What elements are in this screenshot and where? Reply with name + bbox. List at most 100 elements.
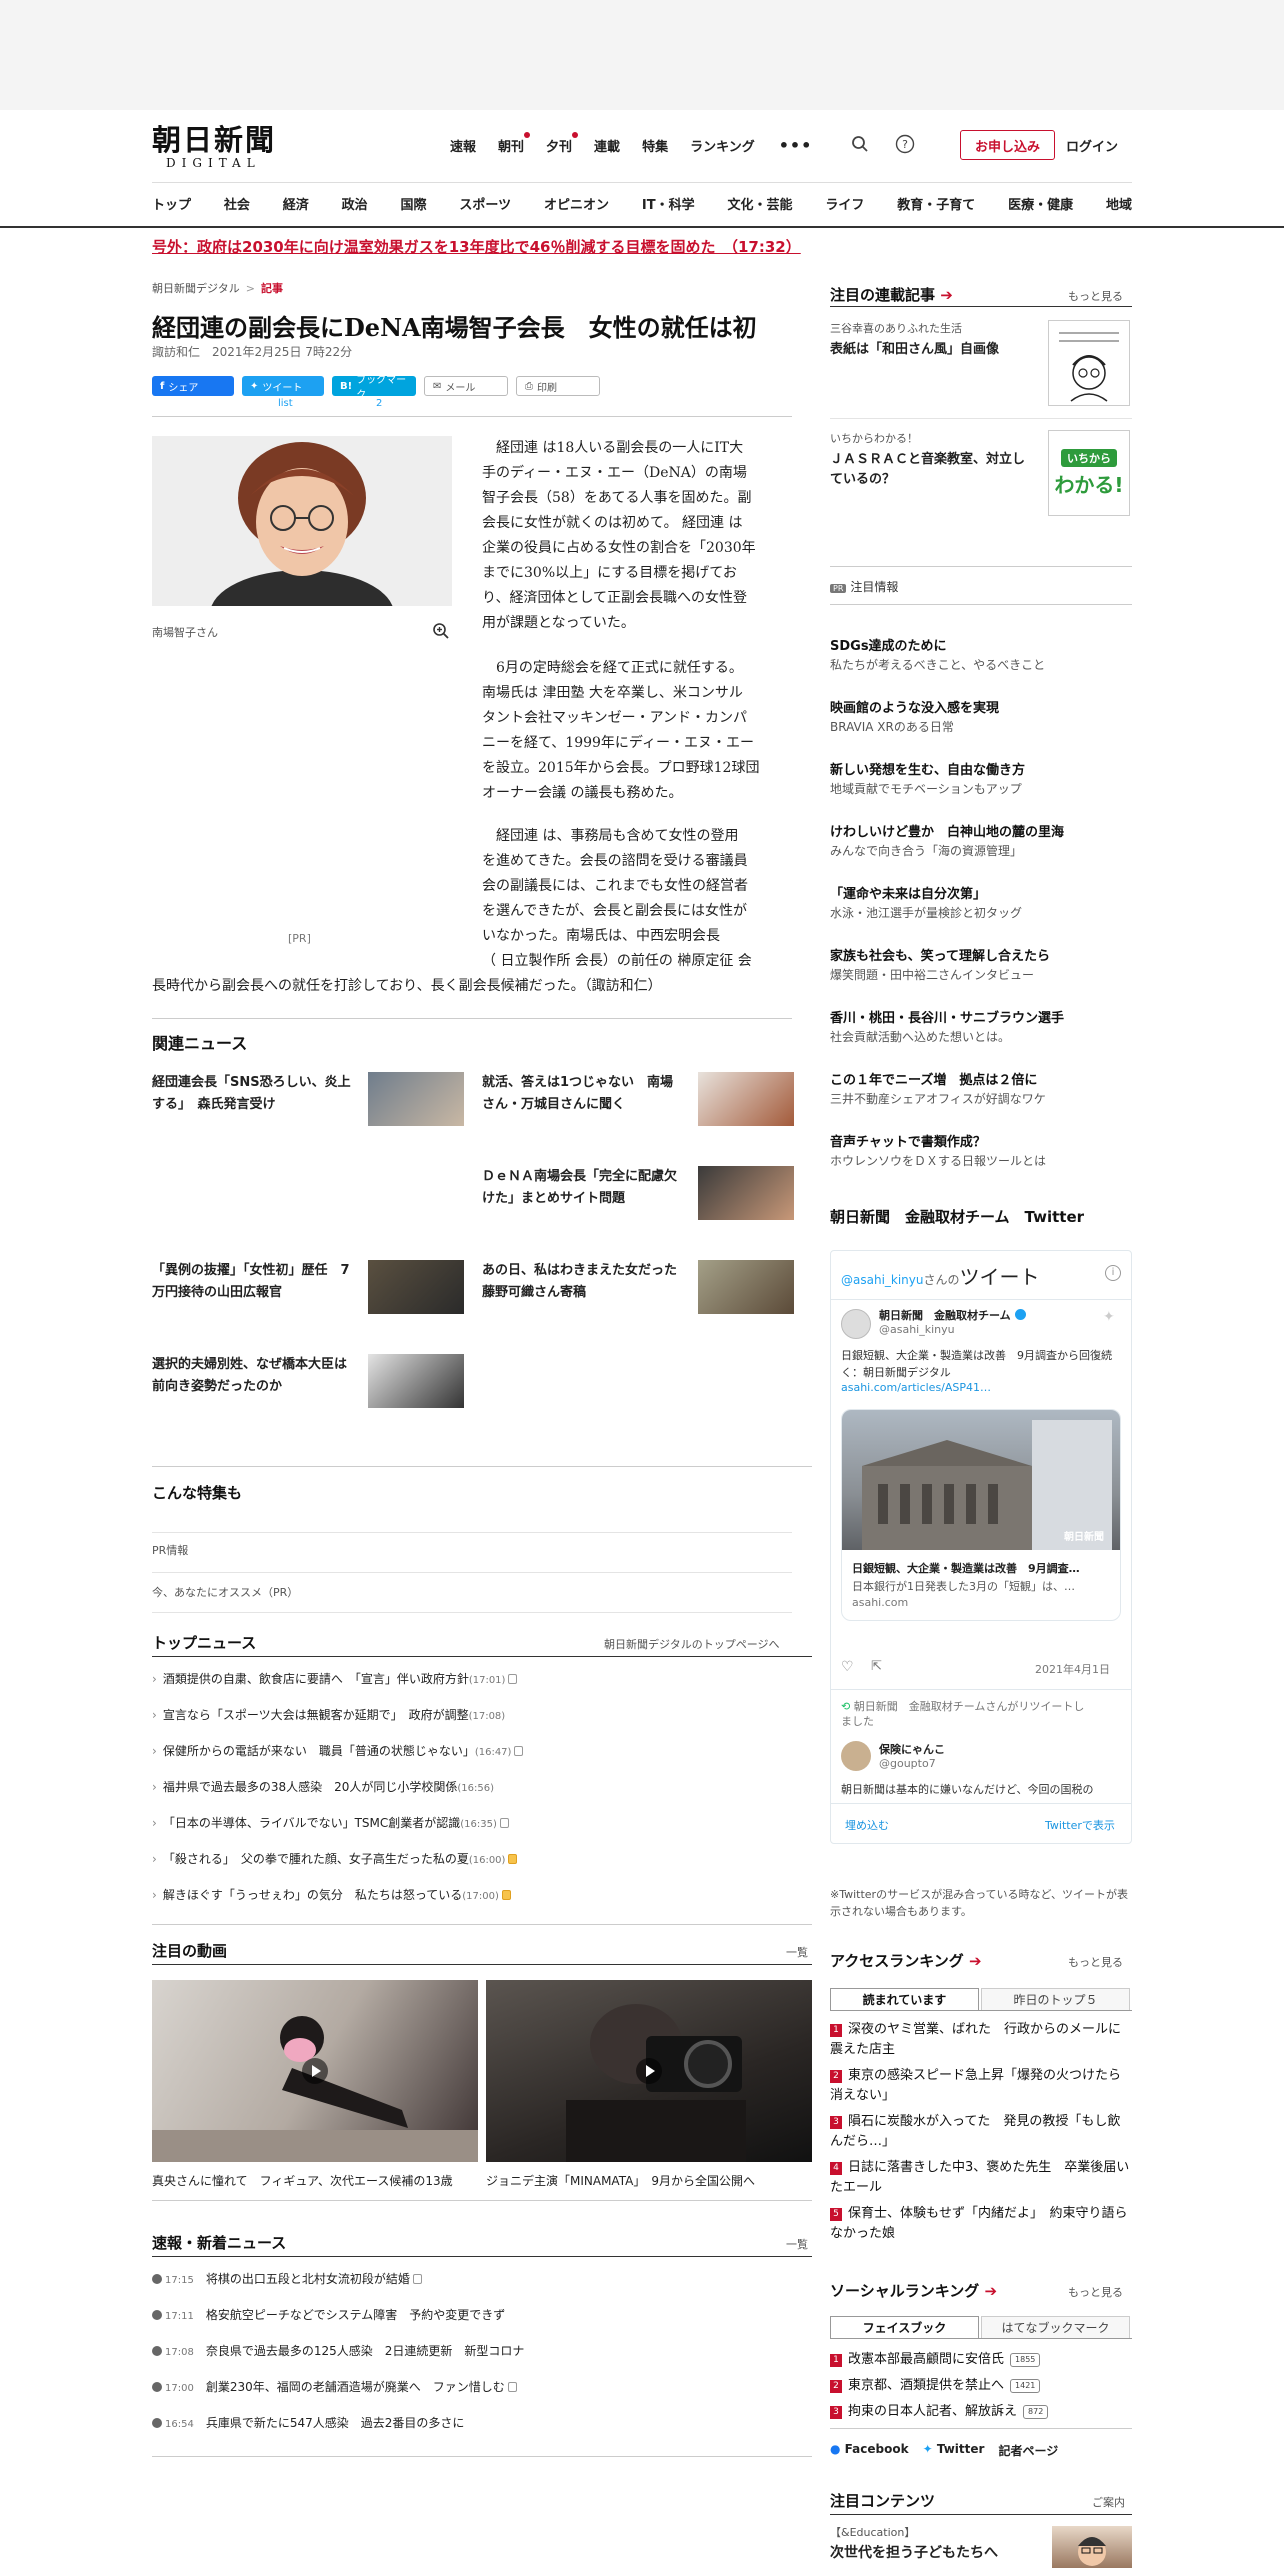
twitter-link[interactable]: ✦ Twitter <box>923 2442 985 2459</box>
nav-rensai[interactable]: 連載 <box>594 136 620 155</box>
related-item-2[interactable]: 就活、答えは1つじゃない 南場さん・万城目さんに聞く <box>482 1072 794 1132</box>
cat-education[interactable]: 教育・子育て <box>897 194 975 213</box>
serial-item-1[interactable]: 三谷幸喜のありふれた生活 表紙は「和田さん風」自画像 <box>830 320 1030 359</box>
video-thumbnail-1[interactable] <box>152 1980 478 2162</box>
cat-life[interactable]: ライフ <box>825 194 864 213</box>
cat-opinion[interactable]: オピニオン <box>544 194 609 213</box>
latest-item[interactable]: 17:08 奈良県で過去最多の125人感染 2日連続更新 新型コロナ <box>152 2342 524 2359</box>
tweet-button[interactable]: ✦ ツイート <box>242 376 324 396</box>
embed-link[interactable]: 埋め込む <box>845 1817 889 1833</box>
video-thumbnail-2[interactable] <box>486 1980 812 2162</box>
timeline-handle-link[interactable]: @asahi_kinyu <box>841 1273 924 1287</box>
retweeter-avatar[interactable] <box>841 1741 871 1771</box>
pr-item[interactable]: 映画館のような没入感を実現 BRAVIA XRのある日常 <box>830 700 1132 736</box>
search-icon[interactable] <box>848 132 872 156</box>
top-news-item[interactable]: › 保健所からの電話が来ない 職員「普通の状態じゃない」(16:47) <box>152 1742 524 1759</box>
contents-guide-link[interactable]: ご案内 <box>1092 2494 1125 2510</box>
ichikara-thumbnail[interactable]: いちから わかる! <box>1048 430 1130 516</box>
serial-more-link[interactable]: もっと見る <box>1068 288 1123 304</box>
nav-sokuhou[interactable]: 速報 <box>450 136 476 155</box>
related-item-1[interactable]: 経団連会長「SNS恐ろしい、炎上する」 森氏発言受け <box>152 1072 464 1132</box>
social-rank-item[interactable]: 2 東京都、酒類提供を禁止へ 1421 <box>830 2376 1132 2396</box>
nav-yuukan[interactable]: 夕刊 <box>546 132 579 155</box>
tab-hatena[interactable]: はてなブックマーク <box>981 2316 1130 2338</box>
top-news-item[interactable]: › 福井県で過去最多の38人感染 20人が同じ小学校関係(16:56) <box>152 1778 494 1795</box>
video-caption-1[interactable]: 真央さんに憧れて フィギュア、次代エース候補の13歳 <box>152 2172 453 2189</box>
tab-most-read[interactable]: 読まれています <box>830 1988 979 2010</box>
latest-item[interactable]: 16:54 兵庫県で新たに547人感染 過去2番目の多さに <box>152 2414 464 2431</box>
pr-item[interactable]: 「運命や未来は自分次第」 水泳・池江選手が量検診と初タッグ <box>830 886 1132 922</box>
contents-thumbnail[interactable] <box>1052 2526 1132 2568</box>
tab-yesterday-top5[interactable]: 昨日のトップ５ <box>981 1988 1130 2010</box>
related-item-4[interactable]: 「異例の抜擢」「女性初」歴任 7万円接待の山田広報官 <box>152 1260 464 1320</box>
cat-sports[interactable]: スポーツ <box>459 194 511 213</box>
nav-choukan[interactable]: 朝刊 <box>498 132 531 155</box>
social-rank-item[interactable]: 1 改憲本部最高顧問に安倍氏 1855 <box>830 2350 1132 2370</box>
cat-society[interactable]: 社会 <box>224 194 250 213</box>
social-rank-item[interactable]: 3 拘束の日本人記者、解放訴え 872 <box>830 2402 1132 2422</box>
article-photo[interactable] <box>152 436 452 606</box>
cat-culture[interactable]: 文化・芸能 <box>727 194 792 213</box>
top-news-item[interactable]: › 酒類提供の自粛、飲食店に要請へ 「宣言」伴い政府方針(17:01) <box>152 1670 518 1687</box>
latest-item[interactable]: 17:00 創業230年、福岡の老舗酒造場が廃業へ ファン惜しむ <box>152 2378 517 2395</box>
pr-item[interactable]: この１年でニーズ増 拠点は２倍に 三井不動産シェアオフィスが好調なワケ <box>830 1072 1132 1108</box>
pr-item[interactable]: 家族も社会も、笑って理解し合えたら 爆笑問題・田中裕二さんインタビュー <box>830 948 1132 984</box>
cat-region[interactable]: 地域 <box>1106 194 1132 213</box>
access-rank-item[interactable]: 1 深夜のヤミ営業、ばれた 行政からのメールに震えた店主 <box>830 2020 1132 2060</box>
print-button[interactable]: ⎙ 印刷 <box>516 376 600 396</box>
mitani-thumbnail[interactable] <box>1048 320 1130 406</box>
cat-economy[interactable]: 経済 <box>283 194 309 213</box>
login-link[interactable]: ログイン <box>1066 136 1118 155</box>
top-news-item[interactable]: › 「日本の半導体、ライバルでない」TSMC創業者が認識(16:35) <box>152 1814 509 1831</box>
top-page-link[interactable]: 朝日新聞デジタルのトップページへ <box>604 1636 780 1652</box>
cat-it-science[interactable]: IT・科学 <box>642 194 695 213</box>
more-menu-button[interactable]: ••• <box>779 136 813 155</box>
related-item-3[interactable]: ＤｅＮＡ南場会長「完全に配慮欠けた」まとめサイト問題 <box>482 1166 794 1226</box>
top-news-item[interactable]: › 宣言なら「スポーツ大会は無観客か延期で」 政府が調整(17:08) <box>152 1706 505 1723</box>
tweet-link[interactable]: asahi.com/articles/ASP41… <box>841 1381 991 1394</box>
nav-tokushu[interactable]: 特集 <box>642 136 668 155</box>
top-news-item[interactable]: › 「殺される」 父の拳で腫れた顔、女子高生だった私の夏(16:00) <box>152 1850 518 1867</box>
social-more-link[interactable]: もっと見る <box>1068 2284 1123 2300</box>
pr-item[interactable]: 新しい発想を生む、自由な働き方 地域貢献でモチベーションもアップ <box>830 762 1132 798</box>
latest-item[interactable]: 17:15 将棋の出口五段と北村女流初段が結婚 <box>152 2270 422 2287</box>
facebook-share-button[interactable]: f シェア <box>152 376 234 396</box>
related-item-6[interactable]: 選択的夫婦別姓、なぜ橋本大臣は前向き姿勢だったのか <box>152 1354 464 1414</box>
access-rank-item[interactable]: 2 東京の感染スピード急上昇「爆発の火つけたら消えない」 <box>830 2066 1132 2106</box>
tweet-link-card[interactable]: 朝日新聞 日銀短観、大企業・製造業は改善 9月調査… 日本銀行が1日発表した3月… <box>841 1409 1121 1621</box>
cat-health[interactable]: 医療・健康 <box>1008 194 1073 213</box>
pr-item[interactable]: 香川・桃田・長谷川・サニブラウン選手 社会貢献活動へ込めた想いとは。 <box>830 1010 1132 1046</box>
pr-item[interactable]: けわしいけど豊か 白神山地の麓の里海 みんなで向き合う「海の資源管理」 <box>830 824 1132 860</box>
account-name-row[interactable]: 朝日新聞 金融取材チーム <box>879 1307 1026 1323</box>
mail-button[interactable]: ✉ メール <box>424 376 508 396</box>
subscribe-button[interactable]: お申し込み <box>960 130 1055 160</box>
info-icon[interactable]: i <box>1105 1265 1121 1281</box>
top-news-item[interactable]: › 解きほぐす「うっせぇわ」の気分 私たちは怒っている(17:00) <box>152 1886 511 1903</box>
video-caption-2[interactable]: ジョニデ主演「MINAMATA」 9月から全国公開へ <box>486 2172 755 2189</box>
access-more-link[interactable]: もっと見る <box>1068 1954 1123 1970</box>
breadcrumb-home[interactable]: 朝日新聞デジタル <box>152 282 240 295</box>
tweet-count[interactable]: list <box>278 398 293 409</box>
nav-ranking[interactable]: ランキング <box>690 136 755 155</box>
view-on-twitter-link[interactable]: Twitterで表示 <box>1045 1817 1115 1833</box>
reporter-page-link[interactable]: 記者ページ <box>998 2442 1058 2459</box>
access-rank-item[interactable]: 4 日誌に落書きした中3、褒めた先生 卒業後届いたエール <box>830 2158 1132 2198</box>
serial-item-2[interactable]: いちからわかる！ ＪＡＳＲＡＣと音楽教室、対立しているの？ <box>830 430 1030 490</box>
tab-facebook[interactable]: フェイスブック <box>830 2316 979 2338</box>
access-rank-item[interactable]: 3 隕石に炭酸水が入ってた 発見の教授「もし飲んだら…」 <box>830 2112 1132 2152</box>
pr-item[interactable]: 音声チャットで書類作成？ ホウレンソウをＤＸする日報ツールとは <box>830 1134 1132 1170</box>
contents-item[interactable]: 【&Education】 次世代を担う子どもたちへ <box>830 2524 1040 2562</box>
breaking-news-link[interactable]: 号外：政府は2030年に向け温室効果ガスを13年度比で46％削減する目標を固めた… <box>152 236 801 257</box>
heart-icon[interactable]: ♡ <box>841 1659 854 1675</box>
access-rank-item[interactable]: 5 保育士、体験もせず「内緒だよ」 約束守り語らなかった娘 <box>830 2204 1132 2244</box>
account-avatar[interactable] <box>841 1309 871 1339</box>
help-icon[interactable]: ? <box>893 132 917 156</box>
latest-more-link[interactable]: 一覧 <box>786 2236 808 2252</box>
hatena-bookmark-button[interactable]: B! ブックマーク <box>332 375 416 401</box>
cat-politics[interactable]: 政治 <box>342 194 368 213</box>
cat-top[interactable]: トップ <box>152 194 191 213</box>
latest-item[interactable]: 17:11 格安航空ピーチなどでシステム障害 予約や変更できず <box>152 2306 505 2323</box>
zoom-icon[interactable] <box>432 622 450 644</box>
site-logo[interactable]: 朝日新聞 DIGITAL <box>152 124 292 172</box>
related-item-5[interactable]: あの日、私はわきまえた女だった 藤野可織さん寄稿 <box>482 1260 794 1320</box>
